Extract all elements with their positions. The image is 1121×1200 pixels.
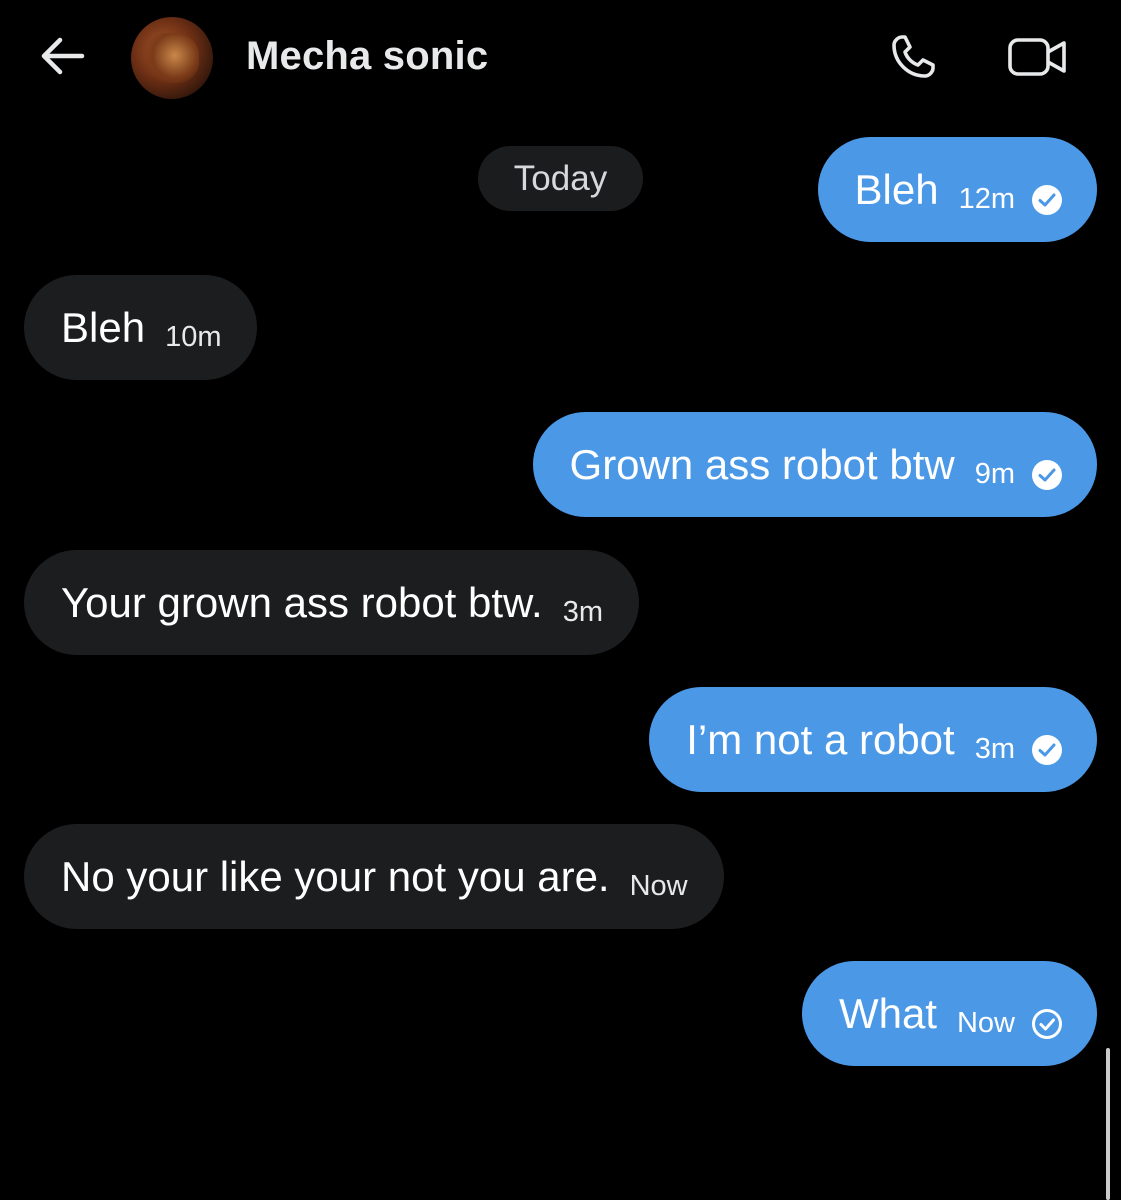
video-call-button[interactable] [1004,30,1070,88]
message-sent[interactable]: Grown ass robot btw 9m [532,412,1097,517]
message-text: Grown ass robot btw [569,440,955,488]
message-text: I’m not a robot [686,715,955,763]
check-circle-filled-icon [1031,184,1063,216]
avatar-image [145,33,199,83]
phone-icon [888,32,938,87]
message-time: Now [629,870,688,902]
message-time: 12m [958,183,1015,215]
contact-name[interactable]: Mecha sonic [246,34,488,79]
date-divider: Today [478,146,643,211]
scrollbar[interactable] [1106,1048,1110,1200]
message-received[interactable]: No your like your not you are. Now [24,824,724,929]
message-text: What [838,989,937,1037]
check-circle-filled-icon [1031,459,1063,491]
message-text: Bleh [61,303,146,351]
message-sent[interactable]: Bleh 12m [817,137,1097,242]
message-time: 3m [974,733,1015,765]
conversation-header: Mecha sonic [0,0,1121,118]
message-text: Bleh [854,165,939,213]
message-text: Your grown ass robot btw. [61,578,543,626]
message-time: 10m [165,321,222,353]
message-received[interactable]: Your grown ass robot btw. 3m [24,550,640,655]
video-camera-icon [1007,36,1067,83]
check-circle-filled-icon [1031,734,1063,766]
message-received[interactable]: Bleh 10m [24,275,258,380]
back-button[interactable] [36,36,88,80]
message-text: No your like your not you are. [61,852,610,900]
message-time: Now [956,1007,1015,1039]
check-circle-outline-icon [1031,1008,1063,1040]
call-button[interactable] [884,30,942,88]
message-sent[interactable]: What Now [801,961,1097,1066]
message-sent[interactable]: I’m not a robot 3m [649,687,1097,792]
message-time: 9m [974,458,1015,490]
message-time: 3m [562,596,604,628]
arrow-left-icon [38,36,86,81]
avatar[interactable] [131,17,213,99]
